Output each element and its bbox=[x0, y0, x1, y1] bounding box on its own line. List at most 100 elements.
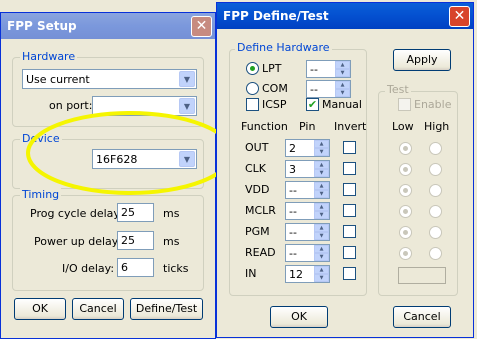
spinner-arrows-icon[interactable]: ▲ ▼ bbox=[335, 81, 350, 97]
spinner-arrows-icon[interactable]: ▲ ▼ bbox=[314, 245, 329, 261]
define-title: FPP Define/Test bbox=[223, 9, 329, 23]
com-spinner[interactable]: -- ▲ ▼ bbox=[306, 80, 351, 98]
function-label: OUT bbox=[245, 141, 269, 154]
chevron-down-icon[interactable]: ▼ bbox=[179, 71, 195, 87]
low-radio-vdd[interactable] bbox=[399, 184, 412, 197]
io-delay-input[interactable]: 6 bbox=[117, 258, 154, 277]
high-radio-out[interactable] bbox=[429, 142, 442, 155]
fpp-define-test-window: FPP Define/Test ✕ Define Hardware LPT --… bbox=[216, 2, 474, 338]
pin-value: -- bbox=[289, 205, 297, 218]
device-select-value: 16F628 bbox=[96, 153, 138, 166]
setup-cancel-button[interactable]: Cancel bbox=[72, 298, 124, 320]
function-label: CLK bbox=[245, 162, 267, 175]
setup-ok-button[interactable]: OK bbox=[14, 298, 66, 320]
high-radio-clk[interactable] bbox=[429, 163, 442, 176]
pin-spinner[interactable]: 2 ▲ ▼ bbox=[285, 139, 330, 157]
spinner-arrows-icon[interactable]: ▲ ▼ bbox=[314, 161, 329, 177]
spinner-arrows-icon[interactable]: ▲ ▼ bbox=[314, 266, 329, 282]
high-radio-vdd[interactable] bbox=[429, 184, 442, 197]
function-label: MCLR bbox=[245, 204, 276, 217]
invert-checkbox[interactable] bbox=[343, 204, 356, 217]
pin-value: -- bbox=[289, 247, 297, 260]
spinner-arrows-icon[interactable]: ▲ ▼ bbox=[335, 61, 350, 77]
high-radio-mclr[interactable] bbox=[429, 205, 442, 218]
function-label: READ bbox=[245, 246, 276, 259]
pin-spinner[interactable]: -- ▲ ▼ bbox=[285, 244, 330, 262]
define-titlebar[interactable]: FPP Define/Test bbox=[217, 3, 473, 29]
enable-checkbox[interactable] bbox=[398, 98, 411, 111]
define-ok-label: OK bbox=[291, 310, 307, 323]
define-ok-button[interactable]: OK bbox=[270, 306, 328, 328]
col-high-header: High bbox=[424, 120, 450, 133]
low-radio-mclr[interactable] bbox=[399, 205, 412, 218]
lpt-spinner[interactable]: -- ▲ ▼ bbox=[306, 60, 351, 78]
invert-checkbox[interactable] bbox=[343, 225, 356, 238]
define-close-button[interactable]: ✕ bbox=[449, 6, 470, 27]
function-label: PGM bbox=[245, 225, 270, 238]
invert-checkbox[interactable] bbox=[343, 162, 356, 175]
low-radio-read[interactable] bbox=[399, 247, 412, 260]
hardware-select-value: Use current bbox=[26, 73, 90, 86]
power-up-delay-value: 25 bbox=[121, 234, 135, 247]
device-select[interactable]: 16F628 ▼ bbox=[92, 149, 197, 169]
invert-checkbox[interactable] bbox=[343, 141, 356, 154]
spinner-arrows-icon[interactable]: ▲ ▼ bbox=[314, 182, 329, 198]
com-label: COM bbox=[262, 82, 288, 95]
test-status-box bbox=[398, 267, 446, 284]
apply-label: Apply bbox=[406, 53, 438, 66]
com-spinner-value: -- bbox=[310, 83, 318, 96]
pin-value: -- bbox=[289, 226, 297, 239]
col-function-header: Function bbox=[241, 120, 288, 133]
power-up-delay-input[interactable]: 25 bbox=[117, 231, 154, 250]
col-pin-header: Pin bbox=[299, 120, 316, 133]
function-label: IN bbox=[245, 267, 257, 280]
pin-spinner[interactable]: 3 ▲ ▼ bbox=[285, 160, 330, 178]
define-test-button[interactable]: Define/Test bbox=[130, 298, 203, 320]
spinner-arrows-icon[interactable]: ▲ ▼ bbox=[314, 140, 329, 156]
close-icon: ✕ bbox=[453, 8, 466, 24]
define-cancel-button[interactable]: Cancel bbox=[393, 306, 451, 328]
setup-ok-label: OK bbox=[32, 302, 48, 315]
port-label: on port: bbox=[49, 99, 93, 112]
high-radio-pgm[interactable] bbox=[429, 226, 442, 239]
apply-button[interactable]: Apply bbox=[393, 49, 451, 71]
chevron-down-icon[interactable]: ▼ bbox=[179, 151, 195, 167]
pin-spinner[interactable]: 12 ▲ ▼ bbox=[285, 265, 330, 283]
pin-spinner[interactable]: -- ▲ ▼ bbox=[285, 223, 330, 241]
pin-value: -- bbox=[289, 184, 297, 197]
spinner-arrows-icon[interactable]: ▲ ▼ bbox=[314, 224, 329, 240]
invert-checkbox[interactable] bbox=[343, 246, 356, 259]
low-radio-out[interactable] bbox=[399, 142, 412, 155]
pin-spinner[interactable]: -- ▲ ▼ bbox=[285, 202, 330, 220]
io-delay-value: 6 bbox=[121, 261, 128, 274]
spinner-arrows-icon[interactable]: ▲ ▼ bbox=[314, 203, 329, 219]
invert-checkbox[interactable] bbox=[343, 183, 356, 196]
low-radio-pgm[interactable] bbox=[399, 226, 412, 239]
setup-close-button[interactable]: ✕ bbox=[191, 16, 212, 37]
lpt-radio[interactable] bbox=[246, 62, 259, 75]
pin-value: 12 bbox=[289, 268, 303, 281]
prog-cycle-delay-input[interactable]: 25 bbox=[117, 203, 154, 222]
io-delay-unit: ticks bbox=[163, 262, 189, 275]
test-group-label: Test bbox=[385, 83, 411, 96]
high-radio-read[interactable] bbox=[429, 247, 442, 260]
invert-checkbox[interactable] bbox=[343, 267, 356, 280]
setup-titlebar[interactable]: FPP Setup bbox=[1, 13, 215, 39]
manual-label: Manual bbox=[322, 98, 362, 111]
define-hardware-group-label: Define Hardware bbox=[235, 41, 332, 54]
checkmark-icon: ✔ bbox=[307, 98, 318, 111]
port-select[interactable]: ▼ bbox=[92, 96, 197, 116]
icsp-label: ICSP bbox=[262, 98, 287, 111]
col-invert-header: Invert bbox=[334, 120, 367, 133]
pin-spinner[interactable]: -- ▲ ▼ bbox=[285, 181, 330, 199]
prog-cycle-delay-value: 25 bbox=[121, 206, 135, 219]
hardware-select[interactable]: Use current ▼ bbox=[22, 69, 197, 89]
close-icon: ✕ bbox=[195, 18, 208, 34]
prog-cycle-delay-label: Prog cycle delay: bbox=[30, 207, 123, 220]
icsp-checkbox[interactable] bbox=[246, 98, 259, 111]
manual-checkbox[interactable]: ✔ bbox=[306, 98, 319, 111]
low-radio-clk[interactable] bbox=[399, 163, 412, 176]
chevron-down-icon[interactable]: ▼ bbox=[179, 98, 195, 114]
com-radio[interactable] bbox=[246, 82, 259, 95]
prog-cycle-delay-unit: ms bbox=[163, 207, 180, 220]
